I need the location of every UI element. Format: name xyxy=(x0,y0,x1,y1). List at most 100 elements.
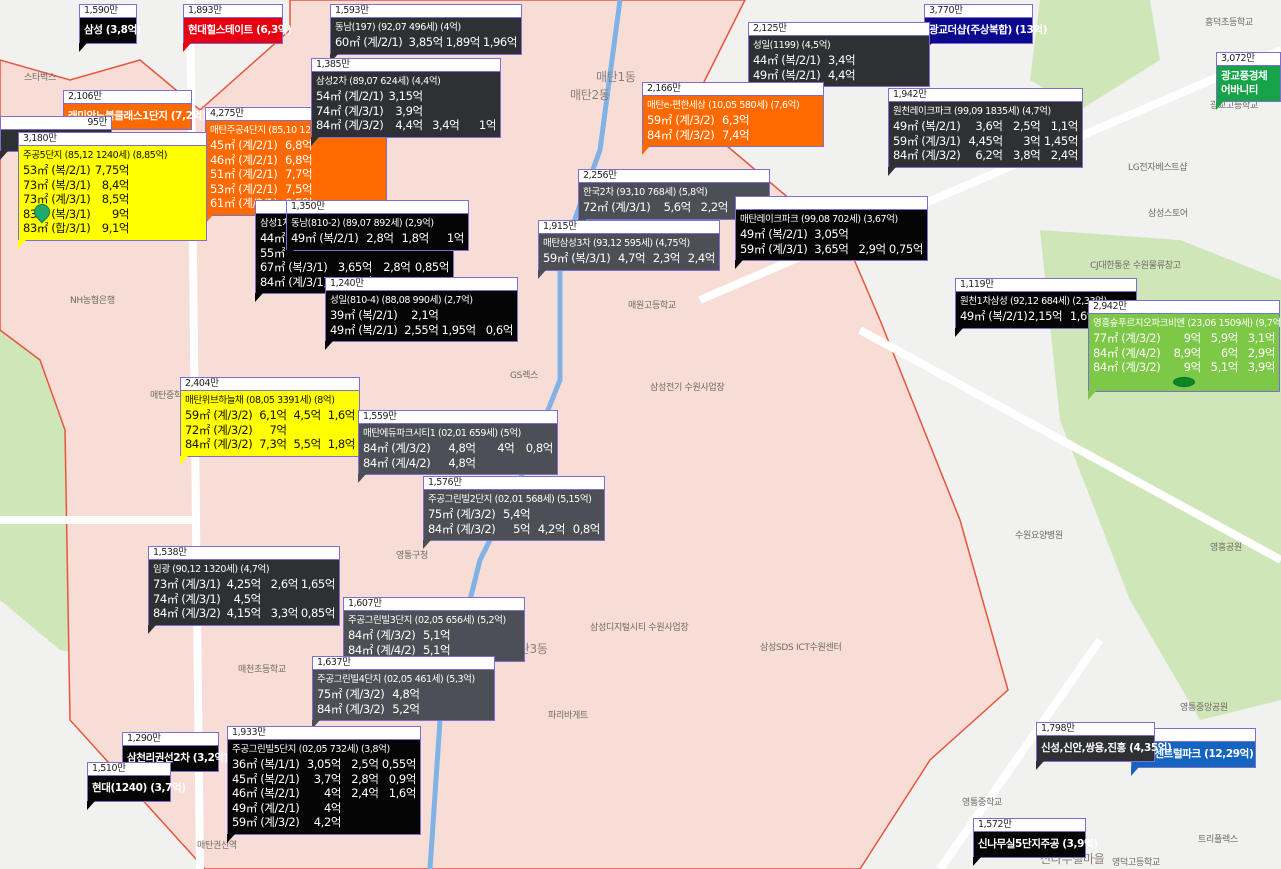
gap-price: 1,96억 xyxy=(482,35,518,49)
area-type: 75㎡ (계/3/2) xyxy=(428,507,496,521)
sale-price: 2,15억 xyxy=(1028,309,1063,323)
apartment-marker[interactable]: 1,538만 임광 (90,12 1320세) (4,7억) 73㎡ (계/3/1)… xyxy=(148,546,340,634)
price-row: 45㎡ (계/2/1) 6,8억 xyxy=(210,138,382,153)
price-per-pyeong: 1,572만 xyxy=(974,819,1085,832)
sale-price: 4,15억 xyxy=(226,606,262,620)
apartment-title: 신성,신안,쌍용,진흥 (4,35억) xyxy=(1041,742,1172,754)
apartment-marker[interactable]: 1,240만 성일(810-4) (88,08 990세) (2,7억) 39㎡ (… xyxy=(325,277,518,350)
marker-body: 성일(810-4) (88,08 990세) (2,7억) 39㎡ (복/2/1)… xyxy=(326,291,517,341)
sale-price: 3,05억 xyxy=(814,227,849,241)
apartment-marker[interactable]: 1,385만 삼성2차 (89,07 624세) (4,4억) 54㎡ (계/2/1… xyxy=(311,58,501,146)
jeonse-price xyxy=(530,507,565,522)
price-row: 73㎡ (계/3/1) 4,25억 2,6억 1,65억 xyxy=(153,577,335,592)
gap-price xyxy=(886,227,923,242)
area-type: 84㎡ (계/3/1) xyxy=(260,274,328,289)
price-row: 54㎡ (계/2/1) 3,15억 xyxy=(316,89,496,104)
price-row: 84㎡ (계/4/2) 8,9억 6억 2,9억 xyxy=(1093,346,1275,361)
apartment-title: 신나무실5단지주공 (3,9억) xyxy=(978,838,1098,850)
marker-body: 원천레이크파크 (99,09 1835세) (4,7억) 49㎡ (복/2/1) 3… xyxy=(889,102,1082,167)
price-row: 72㎡ (계/3/2) 7억 xyxy=(185,423,355,438)
area-type: 74㎡ (계/3/1) xyxy=(316,103,384,118)
sale-price: 9,1억 xyxy=(101,221,130,235)
jeonse-price: 2,8억 xyxy=(383,260,411,274)
apartment-marker[interactable]: 1,576만 주공그린빌2단지 (02,01 568세) (5,15억) 75㎡ (… xyxy=(423,476,605,549)
price-row: 84㎡ (계/3/2) 7,4억 xyxy=(647,128,819,143)
apartment-marker[interactable]: 1,893만 현대힐스테이트 (6,3억) xyxy=(183,4,292,52)
price-row: 75㎡ (계/3/2) 5,4억 xyxy=(428,507,600,522)
apartment-marker[interactable]: 3,072만 광교풍경채어바니티 xyxy=(1216,52,1281,110)
price-row: 45㎡ (복/2/1) 3,7억 2,8억 0,9억 xyxy=(232,772,416,787)
price-row: 53㎡ (복/2/1) 7,75억 xyxy=(23,163,202,178)
apartment-marker[interactable]: 1,590만 삼성 (3,8억) xyxy=(79,4,142,52)
sale-price: 9억 xyxy=(111,206,130,221)
price-row: 36㎡ (복/1/1) 3,05억 2,5억 0,55억 xyxy=(232,757,416,772)
marker-body: 영흥숲푸르지오파크비엔 (23,06 1509세) (9,7억) 77㎡ (계/3… xyxy=(1089,314,1281,391)
sale-price: 2,1억 xyxy=(411,308,439,322)
apartment-marker[interactable]: 2,942만 영흥숲푸르지오파크비엔 (23,06 1509세) (9,7억) 77… xyxy=(1088,300,1281,400)
apartment-marker[interactable]: 1,593만 동남(197) (92,07 496세) (4억) 60㎡ (계/2/… xyxy=(330,4,522,63)
apartment-marker[interactable]: 1,350만 동남(810-2) (89,07 892세) (2,9억) 49㎡ (… xyxy=(286,200,469,259)
sale-price: 3,7억 xyxy=(313,771,342,786)
apartment-marker[interactable]: 3,770만 광교더샵(주상복합) (13억) xyxy=(924,4,1047,52)
price-per-pyeong: 1,933만 xyxy=(228,727,420,740)
apartment-title: 주공그린빌4단지 (02,05 461세) (5,3억) xyxy=(317,674,475,685)
marker-body: 삼성2차 (89,07 624세) (4,4억) 54㎡ (계/2/1) 3,15억… xyxy=(312,72,500,137)
apartment-marker[interactable]: 2,125만 성일(1199) (4,5억) 44㎡ (복/2/1) 3,4억 49㎡ … xyxy=(748,22,930,95)
apartment-title: 주공그린빌3단지 (02,05 656세) (5,2억) xyxy=(348,615,506,626)
apartment-marker[interactable]: 1,933만 주공그린빌5단지 (02,05 732세) (3,8억) 36㎡ (복… xyxy=(227,726,421,843)
jeonse-price xyxy=(420,687,455,702)
apartment-marker[interactable]: 1,798만 신성,신안,쌍용,진흥 (4,35억) xyxy=(1036,722,1172,770)
marker-pointer-icon xyxy=(311,136,319,146)
jeonse-price xyxy=(312,153,347,168)
apartment-marker[interactable]: 1,572만신나무실5단지주공 (3,9억) xyxy=(973,818,1098,866)
apartment-marker[interactable]: 1,942만 원천레이크파크 (99,09 1835세) (4,7억) 49㎡ (복… xyxy=(888,88,1083,176)
marker-pointer-icon xyxy=(325,341,333,350)
apartment-marker[interactable]: 1,637만 주공그린빌4단지 (02,05 461세) (5,3억) 75㎡ (계… xyxy=(312,656,495,729)
gap-price xyxy=(166,221,202,236)
apartment-marker[interactable]: 2,404만 매탄위브하늘채 (08,05 3391세) (8억) 59㎡ (계/3… xyxy=(180,377,360,465)
gap-price xyxy=(784,113,819,128)
gap-price xyxy=(890,53,925,68)
gap-price: 1,65억 xyxy=(300,577,336,591)
marker-body: 매탄e-편한세상 (10,05 580세) (7,6억) 59㎡ (계/3/2) 6… xyxy=(643,96,823,146)
apartment-marker[interactable]: 1,510만 현대(1240) (3,7억) xyxy=(87,762,186,810)
gap-price: 0,8억 xyxy=(572,521,601,536)
apartment-marker[interactable]: 1,559만 매탄에듀파크시티1 (02,01 659세) (5억) 84㎡ (계/… xyxy=(358,410,558,483)
apartment-marker[interactable]: 3,180만 주공5단지 (85,12 1240세) (8,85억) 53㎡ (복/… xyxy=(18,132,207,249)
price-per-pyeong: 1,590만 xyxy=(80,5,136,18)
sale-price: 3,85억 xyxy=(408,35,444,49)
gap-price xyxy=(166,192,202,207)
apartment-title: 성일(810-4) (88,08 990세) (2,7억) xyxy=(330,295,473,306)
apartment-marker[interactable]: 매탄레이크파크 (99,08 702세) (3,67억) 49㎡ (복/2/1) 3… xyxy=(735,196,928,269)
marker-body: 광교풍경채어바니티 xyxy=(1217,66,1280,101)
apartment-marker[interactable]: 1,607만 주공그린빌3단지 (02,05 656세) (5,2억) 84㎡ (계… xyxy=(343,597,525,670)
area-type: 72㎡ (계/3/1) xyxy=(583,200,651,214)
area-type: 39㎡ (복/2/1) xyxy=(330,308,398,322)
apartment-title: 성일(1199) (4,5억) xyxy=(753,40,831,51)
marker-body: 성일(1199) (4,5억) 44㎡ (복/2/1) 3,4억 49㎡ (복/2/1… xyxy=(749,36,929,86)
marker-body: 임광 (90,12 1320세) (4,7억) 73㎡ (계/3/1) 4,25억 2… xyxy=(149,560,339,625)
place-label-yeongdeok-hs: 영덕고등학교 xyxy=(1112,858,1160,868)
price-row: 84㎡ (계/4/2) 5,1억 xyxy=(348,643,520,658)
area-type: 49㎡ (복/2/1) xyxy=(291,231,359,245)
place-label-samsung-digital: 삼성디지털시티 수원사업장 xyxy=(590,623,689,633)
apartment-title: 원천레이크파크 (99,09 1835세) (4,7억) xyxy=(893,106,1051,117)
sale-price: 4,4억 xyxy=(395,118,423,132)
apartment-marker[interactable]: 2,166만 매탄e-편한세상 (10,05 580세) (7,6억) 59㎡ (계… xyxy=(642,82,824,155)
area-type: 84㎡ (계/3/2) xyxy=(316,118,384,132)
marker-body: 주공그린빌4단지 (02,05 461세) (5,3억) 75㎡ (계/3/2) 4… xyxy=(313,670,494,720)
price-row: 49㎡ (복/2/1) 2,8억 1,8억 1억 xyxy=(291,231,464,246)
jeonse-price: 2,6억 xyxy=(270,577,299,591)
jeonse-price xyxy=(855,53,890,68)
apartment-marker[interactable]: 1,915만 매탄삼성3차 (93,12 595세) (4,75억) 59㎡ (복/… xyxy=(538,220,720,279)
marker-pointer-icon xyxy=(183,43,191,52)
price-per-pyeong xyxy=(736,197,927,210)
price-row: 49㎡ (복/2/1) 3,05억 xyxy=(740,227,923,242)
marker-pointer-icon xyxy=(735,260,743,269)
area-type: 46㎡ (계/2/1) xyxy=(210,152,278,167)
price-per-pyeong: 1,893만 xyxy=(184,5,282,18)
sale-price: 5,6억 xyxy=(663,200,692,214)
marker-body: 현대(1240) (3,7억) xyxy=(88,776,186,801)
jeonse-price xyxy=(261,592,298,607)
place-label-lg: LG전자베스트샵 xyxy=(1128,163,1188,173)
